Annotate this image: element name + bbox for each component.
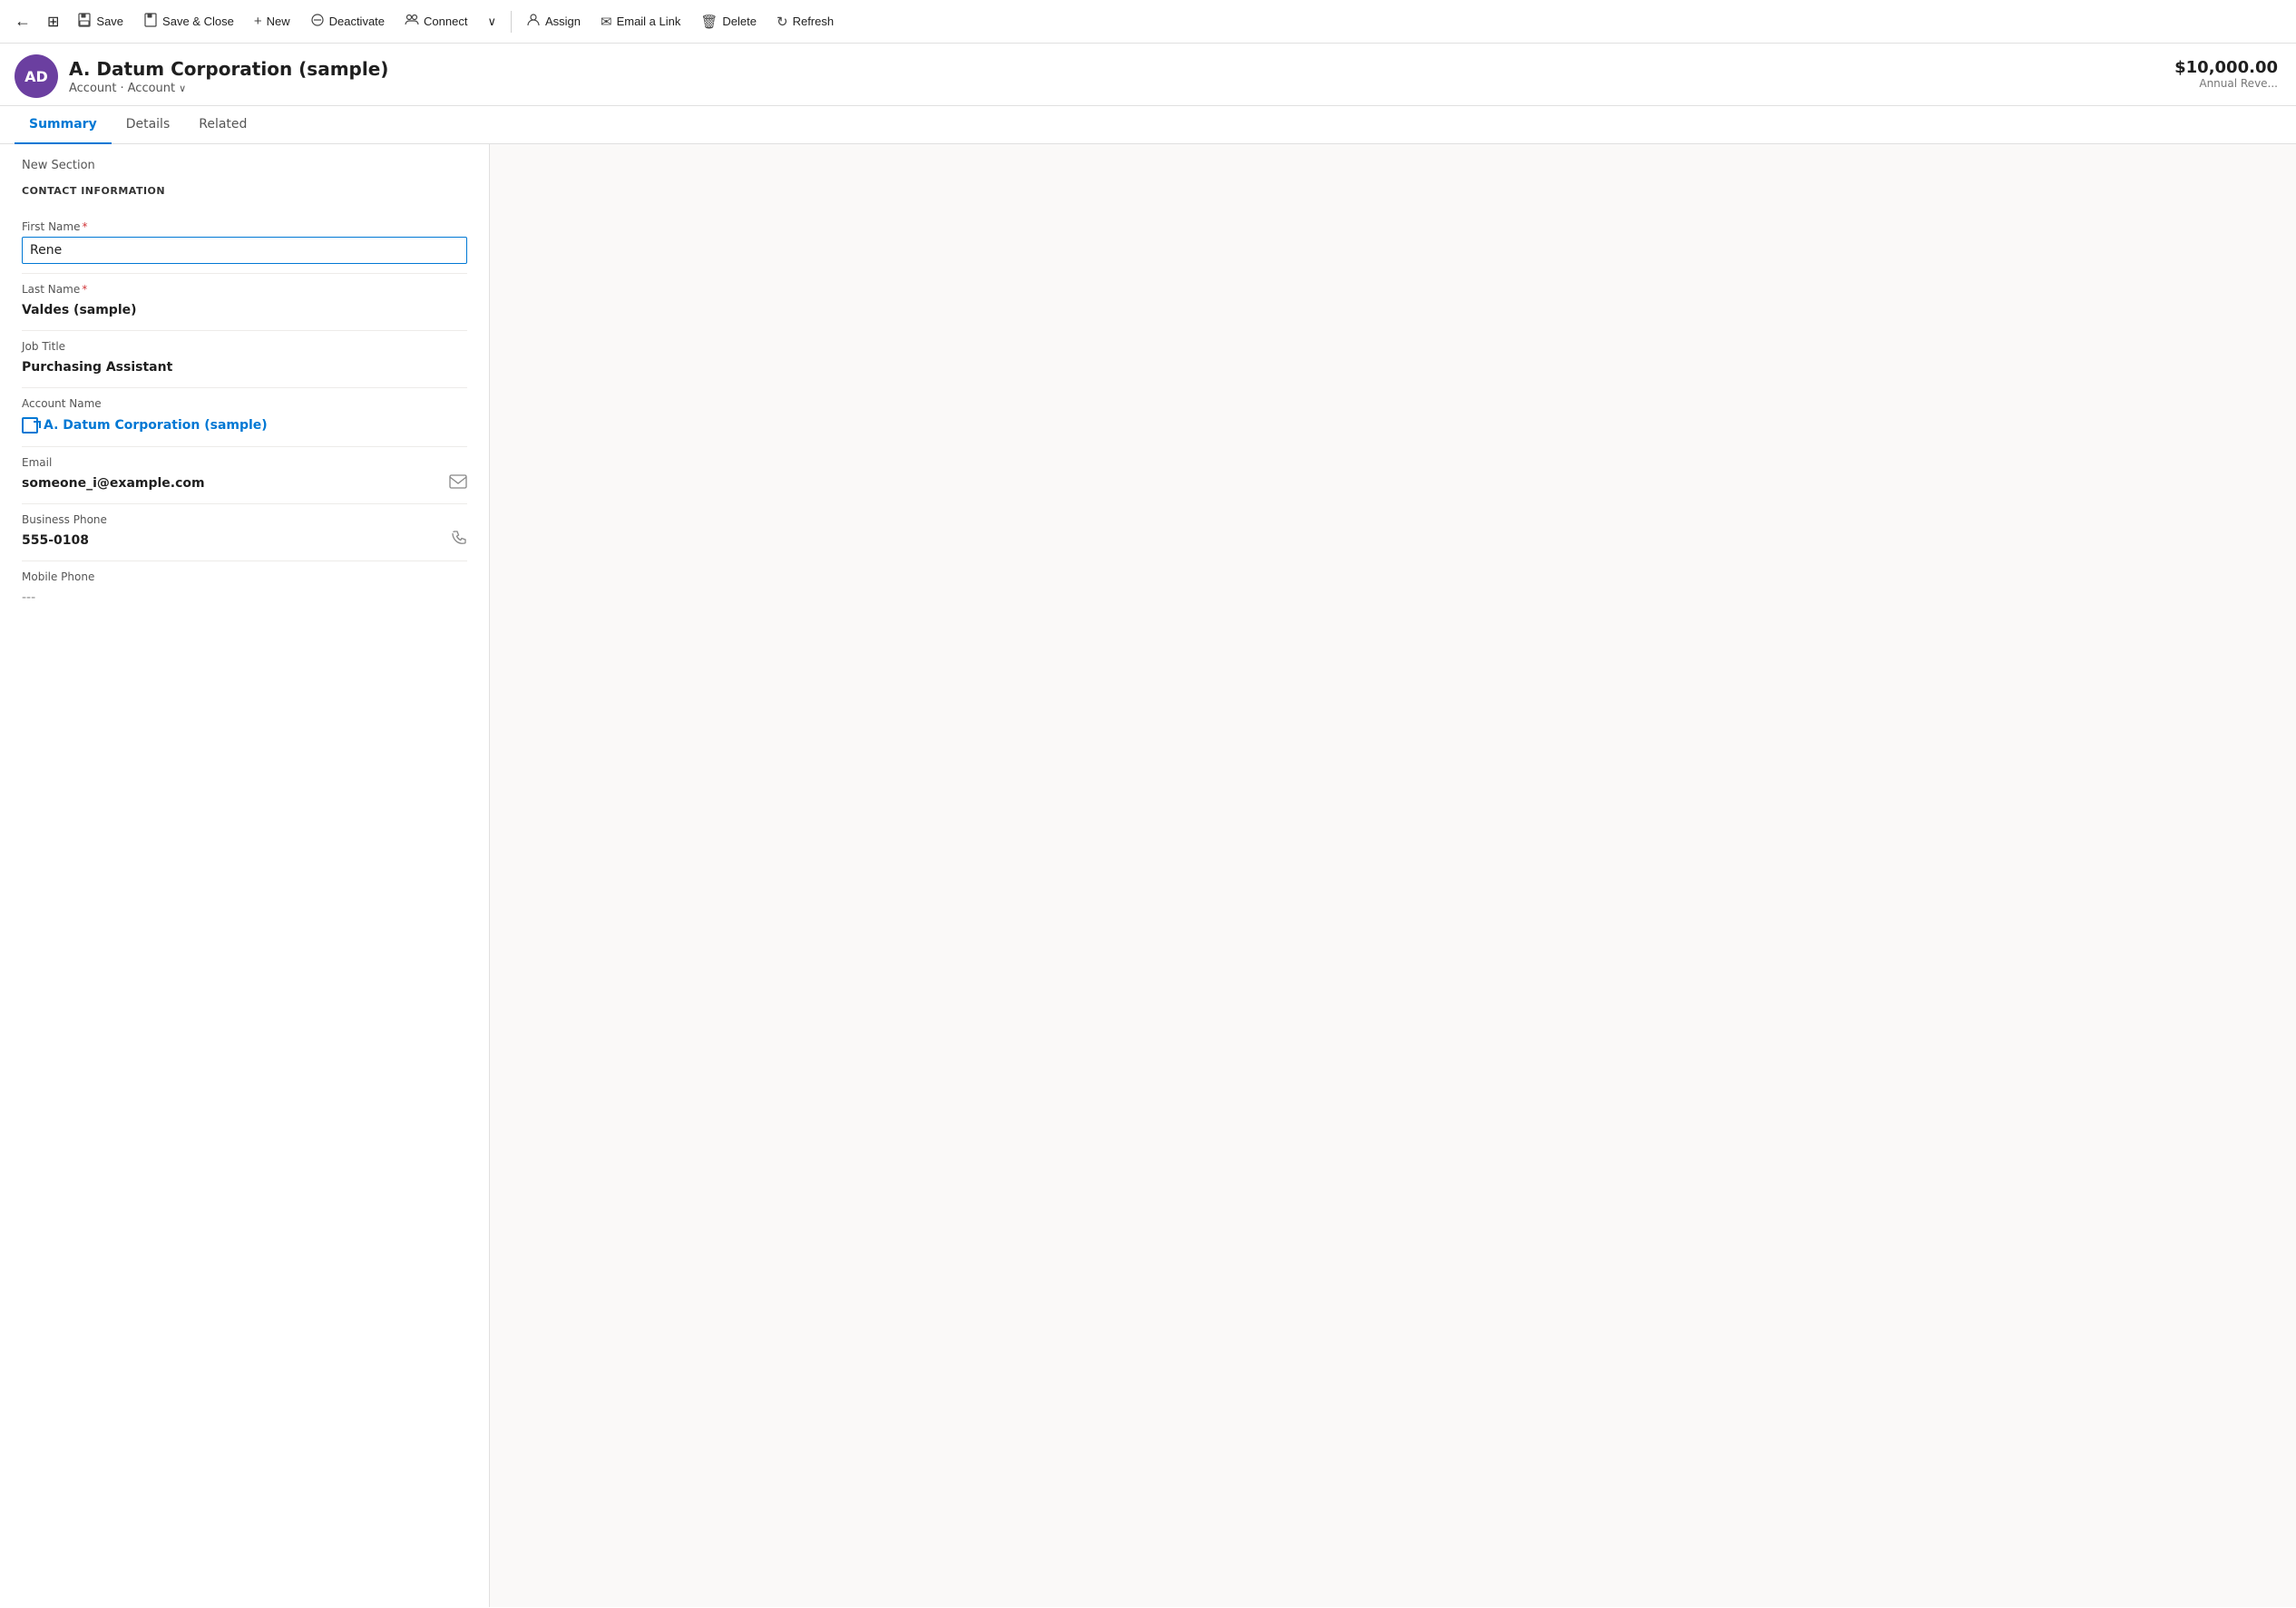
last-name-required: * (82, 283, 87, 296)
save-button[interactable]: Save (68, 7, 132, 36)
contact-info-title: CONTACT INFORMATION (22, 185, 467, 197)
field-email: Email someone_i@example.com (22, 447, 467, 504)
account-record-icon (22, 417, 38, 434)
record-header-left: AD A. Datum Corporation (sample) Account… (15, 54, 388, 98)
delete-button[interactable]: 🗑 Delete (691, 8, 766, 35)
delete-icon: 🗑 (700, 14, 718, 30)
last-name-label: Last Name * (22, 283, 467, 296)
deactivate-button[interactable]: Deactivate (301, 7, 394, 36)
right-panel (490, 144, 2296, 1607)
first-name-required: * (82, 220, 87, 233)
tab-summary[interactable]: Summary (15, 106, 112, 144)
account-name-label: Account Name (22, 397, 467, 410)
mobile-phone-label: Mobile Phone (22, 570, 467, 583)
assign-button[interactable]: Assign (517, 7, 590, 36)
phone-action-icon[interactable] (451, 531, 467, 551)
job-title-label: Job Title (22, 340, 467, 353)
email-link-icon: ✉ (601, 14, 612, 30)
field-account-name: Account Name A. Datum Corporation (sampl… (22, 388, 467, 447)
job-title-value: Purchasing Assistant (22, 356, 467, 378)
field-business-phone: Business Phone 555-0108 (22, 504, 467, 561)
save-label: Save (96, 15, 123, 28)
breadcrumb-item-1[interactable]: Account (69, 82, 117, 95)
nav-icon-button[interactable]: ⊞ (40, 7, 66, 36)
field-mobile-phone: Mobile Phone --- (22, 561, 467, 618)
annual-revenue-value: $10,000.00 (2174, 58, 2278, 77)
email-link-label: Email a Link (617, 15, 681, 28)
breadcrumb-separator: · (121, 82, 124, 95)
breadcrumb-item-2[interactable]: Account (128, 82, 176, 95)
tab-related[interactable]: Related (184, 106, 261, 144)
connect-icon (405, 13, 419, 31)
assign-icon (526, 13, 541, 31)
more-dropdown-button[interactable]: ∨ (478, 9, 505, 34)
save-close-icon (143, 13, 158, 31)
back-icon: ← (15, 12, 31, 31)
annual-revenue-label: Annual Reve... (2174, 77, 2278, 90)
save-close-button[interactable]: Save & Close (134, 7, 243, 36)
back-button[interactable]: ← (7, 6, 38, 36)
record-header: AD A. Datum Corporation (sample) Account… (0, 44, 2296, 106)
breadcrumb-dropdown-icon[interactable]: ∨ (179, 83, 186, 94)
email-action-icon[interactable] (449, 473, 467, 493)
section-title: New Section (22, 159, 467, 172)
save-icon (77, 13, 92, 31)
account-name-link[interactable]: A. Datum Corporation (sample) (22, 414, 467, 437)
field-job-title: Job Title Purchasing Assistant (22, 331, 467, 388)
email-link-button[interactable]: ✉ Email a Link (591, 8, 689, 35)
business-phone-value: 555-0108 (22, 530, 89, 551)
business-phone-label: Business Phone (22, 513, 467, 526)
email-label: Email (22, 456, 467, 469)
new-label: New (267, 15, 290, 28)
left-panel: New Section CONTACT INFORMATION First Na… (0, 144, 490, 1607)
assign-label: Assign (545, 15, 581, 28)
first-name-label: First Name * (22, 220, 467, 233)
record-title: A. Datum Corporation (sample) (69, 58, 388, 80)
field-last-name: Last Name * Valdes (sample) (22, 274, 467, 331)
deactivate-label: Deactivate (329, 15, 385, 28)
connect-button[interactable]: Connect (396, 7, 476, 36)
tab-details[interactable]: Details (112, 106, 185, 144)
mobile-phone-null: --- (22, 587, 467, 609)
email-field-row: someone_i@example.com (22, 473, 467, 494)
chevron-down-icon: ∨ (487, 15, 496, 29)
connect-label: Connect (424, 15, 467, 28)
refresh-icon: ↻ (777, 14, 788, 30)
delete-label: Delete (722, 15, 757, 28)
last-name-value: Valdes (sample) (22, 299, 467, 321)
grid-icon: ⊞ (47, 13, 59, 31)
record-header-right: $10,000.00 Annual Reve... (2174, 54, 2278, 90)
refresh-button[interactable]: ↻ Refresh (767, 8, 843, 35)
new-icon: + (254, 14, 262, 29)
avatar: AD (15, 54, 58, 98)
refresh-label: Refresh (793, 15, 835, 28)
first-name-input[interactable] (22, 237, 467, 264)
save-close-label: Save & Close (162, 15, 234, 28)
email-value: someone_i@example.com (22, 473, 205, 494)
tabs: Summary Details Related (0, 106, 2296, 144)
business-phone-field-row: 555-0108 (22, 530, 467, 551)
toolbar: ← ⊞ Save Save & Close + New (0, 0, 2296, 44)
record-info: A. Datum Corporation (sample) Account · … (69, 58, 388, 95)
content-area: New Section CONTACT INFORMATION First Na… (0, 144, 2296, 1607)
toolbar-divider (511, 11, 512, 33)
new-button[interactable]: + New (245, 8, 299, 34)
deactivate-icon (310, 13, 325, 31)
field-first-name: First Name * (22, 211, 467, 274)
breadcrumb: Account · Account ∨ (69, 82, 388, 95)
